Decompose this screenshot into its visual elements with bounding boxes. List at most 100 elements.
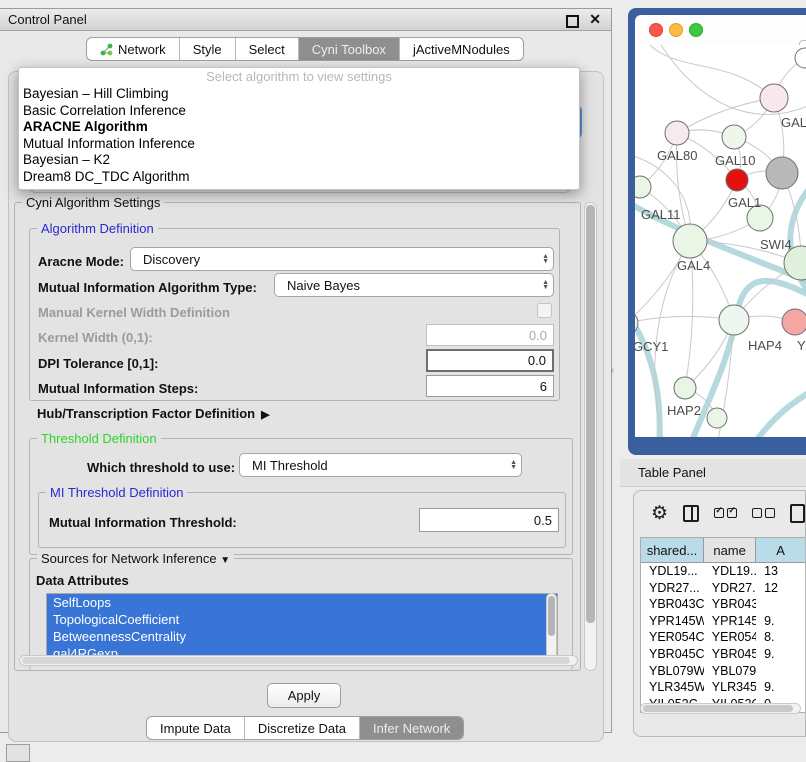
sources-title-toggle[interactable]: Sources for Network Inference ▼ [37,551,234,566]
table-row[interactable]: YPR145WYPR145W9. [641,613,806,630]
table-toolbar: ⚙ [634,491,805,535]
algorithm-option[interactable]: Mutual Information Inference [19,136,579,153]
column-header[interactable]: A [756,538,806,562]
table-cell: YDL19... [704,563,756,580]
tab-label: Impute Data [160,721,231,736]
table-row[interactable]: YDR27...YDR27...12 [641,580,806,597]
table-row[interactable]: YLR345WYLR345W9. [641,679,806,696]
bottom-tab-infer-network[interactable]: Infer Network [360,717,463,739]
panel-divider-handle[interactable]: ‹ [611,366,616,375]
network-view-window[interactable]: GALGAL80GAL10GAL1GAL11SWI4GAL4GCY1HAP4YH… [628,8,806,455]
settings-hscrollbar[interactable] [19,655,578,666]
table-cell: YBR043C [641,596,704,613]
table-row[interactable]: YDL19...YDL19...13 [641,563,806,580]
table-cell: 9. [756,646,806,663]
network-canvas[interactable]: GALGAL80GAL10GAL1GAL11SWI4GAL4GCY1HAP4YH… [635,45,806,437]
manual-kernel-checkbox[interactable] [537,303,552,318]
algorithm-option[interactable]: Bayesian – Hill Climbing [19,86,579,103]
table-cell: YBR045C [641,646,704,663]
table-row[interactable]: YER054CYER054C8. [641,629,806,646]
split-columns-icon[interactable] [683,505,699,522]
settings-vscrollbar[interactable] [584,202,597,671]
main-tab-bar: NetworkStyleSelect Cyni Toolbox jActiveMNo… [86,37,524,61]
float-window-icon[interactable] [566,15,579,28]
bottom-tab-bar: Impute Data Discretize Data Infer Network [146,716,464,740]
table-hscrollbar[interactable] [640,703,801,714]
algorithm-option[interactable]: Basic Correlation Inference [19,103,579,120]
algorithm-definition-title: Algorithm Definition [37,221,158,236]
dpi-tolerance-field[interactable]: 0.0 [426,349,554,372]
threshold-definition-title: Threshold Definition [37,431,161,446]
tab-label: Infer Network [373,721,450,736]
cyni-algorithm-settings-title: Cyni Algorithm Settings [22,195,164,210]
tab-style[interactable]: Style [180,38,236,60]
algorithm-option[interactable]: Dream8 DC_TDC Algorithm [19,169,579,186]
tab-network[interactable]: Network [87,38,180,60]
sources-group: Sources for Network Inference ▼ Data Att… [29,558,573,670]
mi-type-value: Naive Bayes [287,278,360,293]
aracne-mode-select[interactable]: Discovery ▲▼ [130,247,554,271]
apply-button[interactable]: Apply [267,683,341,708]
table-cell: 12 [756,580,806,597]
mi-steps-field[interactable]: 6 [426,375,554,397]
node-table[interactable]: shared...nameAYDL19...YDL19...13YDR27...… [640,537,806,713]
threshold-definition-group: Threshold Definition Which threshold to … [29,438,573,555]
column-header[interactable]: name [704,538,756,562]
table-panel-card: ⚙ shared...nameAYDL19...YDL19...13YDR27.… [633,490,806,737]
mi-type-select[interactable]: Naive Bayes ▲▼ [274,273,554,297]
table-cell: YDR27... [704,580,756,597]
table-row[interactable]: YBL079WYBL079W [641,663,806,680]
minimize-traffic-icon[interactable] [669,23,683,37]
collapsed-panel-button[interactable] [6,744,30,762]
mi-threshold-field[interactable]: 0.5 [419,508,559,532]
kernel-width-field[interactable]: 0.0 [426,324,554,346]
algorithm-definition-group: Algorithm Definition Aracne Mode: Discov… [29,228,560,401]
control-panel-titlebar[interactable]: Control Panel [0,9,611,31]
deselect-all-icon[interactable] [752,508,775,518]
aracne-mode-value: Discovery [143,252,200,267]
column-header[interactable]: shared... [641,538,704,562]
close-traffic-icon[interactable] [649,23,663,37]
attribute-list-item[interactable]: TopologicalCoefficient [47,611,557,628]
table-cell: YLR345W [704,679,756,696]
tab-cyni-toolbox[interactable]: Cyni Toolbox [299,38,400,60]
algorithm-option[interactable]: ARACNE Algorithm [19,119,579,136]
which-threshold-select[interactable]: MI Threshold ▲▼ [239,453,522,477]
which-threshold-label: Which threshold to use: [87,460,235,475]
mi-steps-value: 6 [540,379,547,394]
table-panel-title: Table Panel [638,465,706,480]
attribute-list-item[interactable]: BetweennessCentrality [47,628,557,645]
tab-label: Discretize Data [258,721,346,736]
attributes-vscrollbar[interactable] [546,593,557,659]
gear-icon[interactable]: ⚙ [651,504,668,523]
network-window-titlebar[interactable] [635,15,806,46]
tab-select[interactable]: Select [236,38,299,60]
node-label-hap4: HAP4 [748,338,782,353]
kernel-width-label: Kernel Width (0,1): [38,330,153,345]
network-graph-icon [100,43,113,56]
tab-jactivemnodules[interactable]: jActiveMNodules [400,38,523,60]
zoom-traffic-icon[interactable] [689,23,703,37]
export-table-icon[interactable] [790,504,805,523]
table-header-row: shared...nameA [641,538,806,563]
node-label-gal10: GAL10 [715,153,755,168]
node-label-swi4: SWI4 [760,237,792,252]
bottom-tab-discretize-data[interactable]: Discretize Data [245,717,360,739]
table-cell: YPR145W [704,613,756,630]
bottom-tab-impute-data[interactable]: Impute Data [147,717,245,739]
select-all-icon[interactable] [714,508,737,518]
node-label-gal11: GAL11 [641,207,681,222]
tab-label: Cyni Toolbox [312,42,386,57]
table-panel-titlebar[interactable]: Table Panel [620,459,806,487]
hub-definition-toggle[interactable]: Hub/Transcription Factor Definition▶ [37,406,270,421]
data-attributes-list[interactable]: SelfLoopsTopologicalCoefficientBetweenne… [46,593,558,659]
stepper-arrows-icon: ▲▼ [542,254,549,264]
algorithm-option[interactable]: Bayesian – K2 [19,152,579,169]
table-cell: YER054C [704,629,756,646]
node-label-gal4: GAL4 [677,258,710,273]
table-row[interactable]: YBR045CYBR045C9. [641,646,806,663]
table-row[interactable]: YBR043CYBR043C [641,596,806,613]
attribute-list-item[interactable]: SelfLoops [47,594,557,611]
table-cell: YBL079W [641,663,704,680]
close-icon[interactable]: ✕ [589,11,601,28]
